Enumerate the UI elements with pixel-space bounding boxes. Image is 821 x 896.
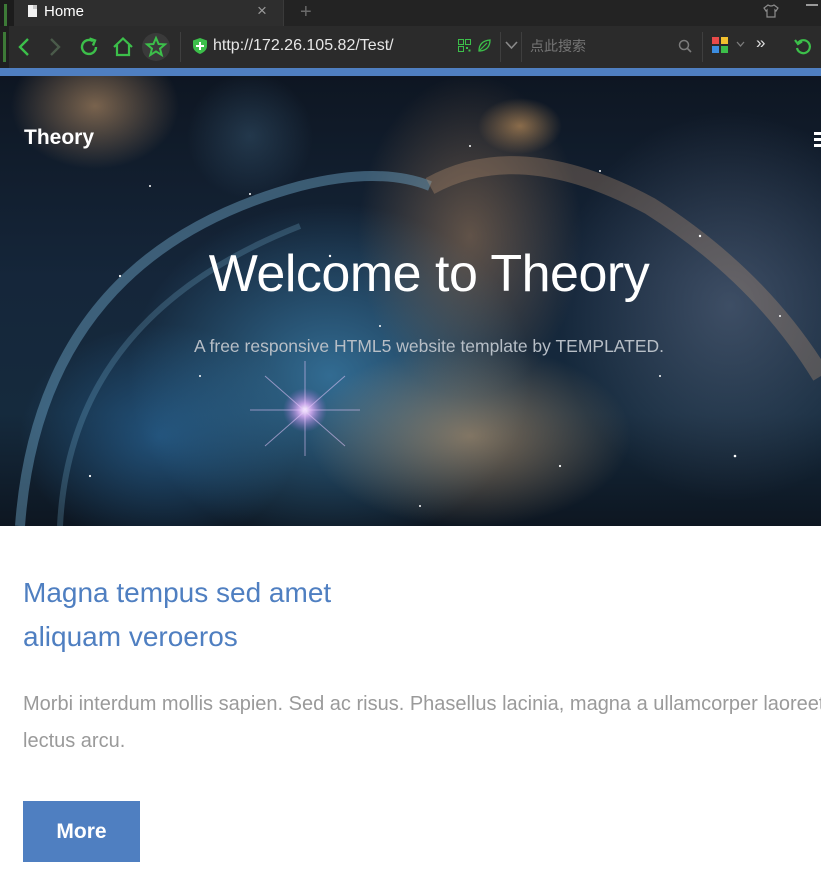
back-icon bbox=[18, 38, 29, 56]
browser-tab-bar: Home × + bbox=[0, 0, 821, 26]
tab-strip-edge bbox=[0, 0, 14, 26]
section-heading-line-2: aliquam veroeros bbox=[23, 621, 238, 652]
header-accent-strip bbox=[0, 68, 821, 76]
hero-subtitle: A free responsive HTML5 website template… bbox=[193, 336, 665, 356]
security-shield-icon[interactable] bbox=[192, 37, 208, 55]
leaf-icon[interactable] bbox=[477, 38, 492, 53]
forward-icon bbox=[50, 38, 61, 56]
reload-icon bbox=[80, 37, 98, 56]
section-heading-line-1: Magna tempus sed amet bbox=[23, 577, 332, 608]
section-paragraph: Morbi interdum mollis sapien. Sed ac ris… bbox=[23, 693, 821, 752]
home-button[interactable] bbox=[111, 35, 135, 59]
favorite-button[interactable] bbox=[142, 33, 170, 61]
toolbar-divider bbox=[702, 32, 703, 62]
forward-button[interactable] bbox=[42, 35, 66, 59]
home-icon bbox=[113, 36, 133, 57]
toolbar-edge bbox=[0, 26, 9, 68]
section-heading: Magna tempus sed amet aliquam veroeros bbox=[23, 571, 443, 659]
tab-title: Home bbox=[44, 3, 85, 20]
more-button[interactable]: More bbox=[23, 801, 140, 862]
chevron-down-icon bbox=[505, 41, 518, 50]
address-bar[interactable]: http://172.26.105.82/Test/ bbox=[213, 37, 394, 55]
site-logo[interactable]: Theory bbox=[24, 126, 94, 150]
hero-title: Welcome to Theory bbox=[208, 245, 650, 303]
address-divider bbox=[180, 32, 181, 62]
undo-icon[interactable] bbox=[793, 36, 813, 56]
address-dropdown-button[interactable] bbox=[500, 32, 522, 62]
favorite-star-icon bbox=[144, 35, 168, 58]
search-icon[interactable] bbox=[678, 39, 692, 53]
search-input[interactable] bbox=[524, 33, 696, 61]
extensions-overflow-button[interactable]: » bbox=[756, 33, 766, 53]
page-icon bbox=[28, 5, 37, 17]
new-tab-button[interactable]: + bbox=[300, 0, 312, 24]
minimize-icon[interactable] bbox=[806, 4, 818, 6]
apps-grid-icon[interactable] bbox=[712, 37, 728, 53]
reload-button[interactable] bbox=[77, 35, 101, 59]
hero-banner: Theory Welcome to Theory A free responsi… bbox=[0, 76, 821, 526]
qr-code-icon[interactable] bbox=[458, 39, 471, 52]
hamburger-menu-icon[interactable] bbox=[814, 132, 821, 147]
skin-shirt-icon[interactable] bbox=[763, 3, 779, 19]
tab-close-icon[interactable]: × bbox=[257, 2, 267, 20]
apps-dropdown-icon[interactable] bbox=[736, 41, 745, 47]
tab-home[interactable]: Home × bbox=[14, 0, 284, 26]
back-button[interactable] bbox=[13, 35, 37, 59]
browser-toolbar: http://172.26.105.82/Test/ » bbox=[0, 26, 821, 68]
